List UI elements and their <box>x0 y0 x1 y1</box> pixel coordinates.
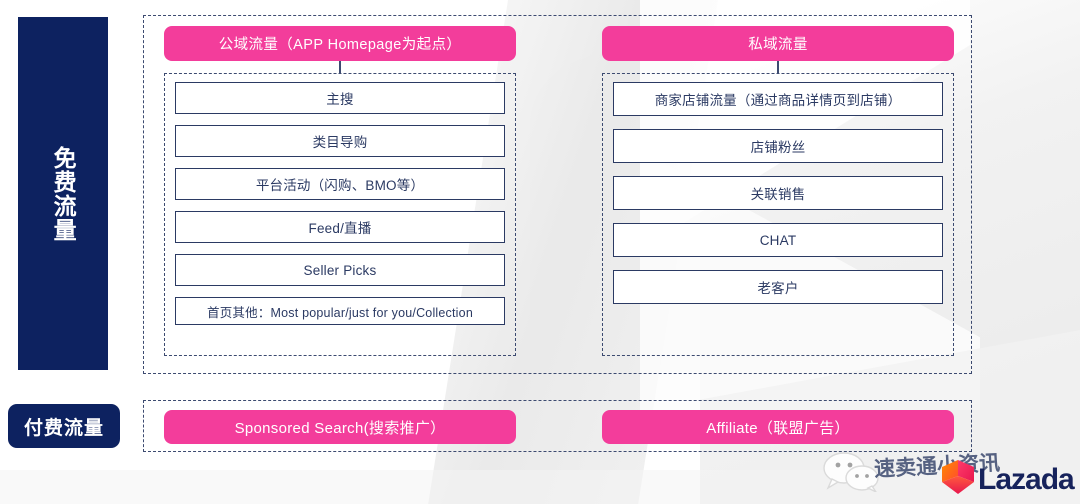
paid-traffic-label: 付费流量 <box>23 417 104 439</box>
list-item[interactable]: 首页其他：Most popular/just for you/Collectio… <box>175 297 505 325</box>
public-connector-line <box>339 61 341 73</box>
lazada-logo: Lazada <box>940 460 1075 496</box>
list-item[interactable]: 关联销售 <box>613 176 943 210</box>
list-item[interactable]: 商家店铺流量（通过商品详情页到店铺） <box>613 82 943 116</box>
list-item-label: CHAT <box>759 232 797 248</box>
list-item[interactable]: 老客户 <box>613 270 943 304</box>
list-item-label: 商家店铺流量（通过商品详情页到店铺） <box>654 93 902 108</box>
sponsored-search-label: Sponsored Search(搜索推广） <box>234 419 446 437</box>
private-traffic-header[interactable]: 私域流量 <box>602 26 954 61</box>
private-traffic-header-label: 私域流量 <box>748 37 808 53</box>
private-connector-line <box>777 61 779 73</box>
list-item-label: 店铺粉丝 <box>750 140 806 155</box>
list-item-label: 关联销售 <box>750 187 806 202</box>
lazada-mark-icon <box>942 460 974 494</box>
list-item[interactable]: Feed/直播 <box>175 211 505 243</box>
list-item[interactable]: 主搜 <box>175 82 505 114</box>
bg-bottom-strip <box>0 470 1080 504</box>
watermark-account-name: 速卖通小资讯 <box>873 451 1001 482</box>
list-item-label: 首页其他：Most popular/just for you/Collectio… <box>207 305 473 320</box>
affiliate-label: Affiliate（联盟广告） <box>706 419 850 437</box>
lazada-wordmark: Lazada <box>978 462 1075 496</box>
public-traffic-items: 主搜 类目导购 平台活动（闪购、BMO等） Feed/直播 Seller Pic… <box>164 73 516 356</box>
list-item-label: 类目导购 <box>312 135 368 150</box>
public-traffic-header-label: 公域流量（APP Homepage为起点） <box>218 37 462 53</box>
paid-traffic-panel: Sponsored Search(搜索推广） Affiliate（联盟广告） <box>143 400 972 452</box>
private-traffic-items: 商家店铺流量（通过商品详情页到店铺） 店铺粉丝 关联销售 CHAT 老客户 <box>602 73 954 356</box>
list-item-label: 平台活动（闪购、BMO等） <box>255 178 425 193</box>
list-item-label: Feed/直播 <box>308 221 372 236</box>
slide-canvas: 免费流量 公域流量（APP Homepage为起点） 主搜 类目导购 平台活动（… <box>0 0 1080 504</box>
list-item-label: Seller Picks <box>303 262 377 278</box>
list-item[interactable]: 类目导购 <box>175 125 505 157</box>
list-item[interactable]: Seller Picks <box>175 254 505 286</box>
free-traffic-rail: 免费流量 <box>18 17 108 370</box>
free-traffic-panel: 公域流量（APP Homepage为起点） 主搜 类目导购 平台活动（闪购、BM… <box>143 15 972 374</box>
wechat-icon <box>823 452 879 492</box>
affiliate-item[interactable]: Affiliate（联盟广告） <box>602 410 954 444</box>
list-item[interactable]: 店铺粉丝 <box>613 129 943 163</box>
watermark: 速卖通小资讯 Lazada <box>812 444 1080 504</box>
list-item-label: 主搜 <box>326 92 354 107</box>
paid-traffic-badge: 付费流量 <box>8 404 120 448</box>
list-item[interactable]: 平台活动（闪购、BMO等） <box>175 168 505 200</box>
public-traffic-header[interactable]: 公域流量（APP Homepage为起点） <box>164 26 516 61</box>
list-item[interactable]: CHAT <box>613 223 943 257</box>
sponsored-search-item[interactable]: Sponsored Search(搜索推广） <box>164 410 516 444</box>
list-item-label: 老客户 <box>757 281 799 296</box>
free-traffic-label: 免费流量 <box>50 145 77 242</box>
